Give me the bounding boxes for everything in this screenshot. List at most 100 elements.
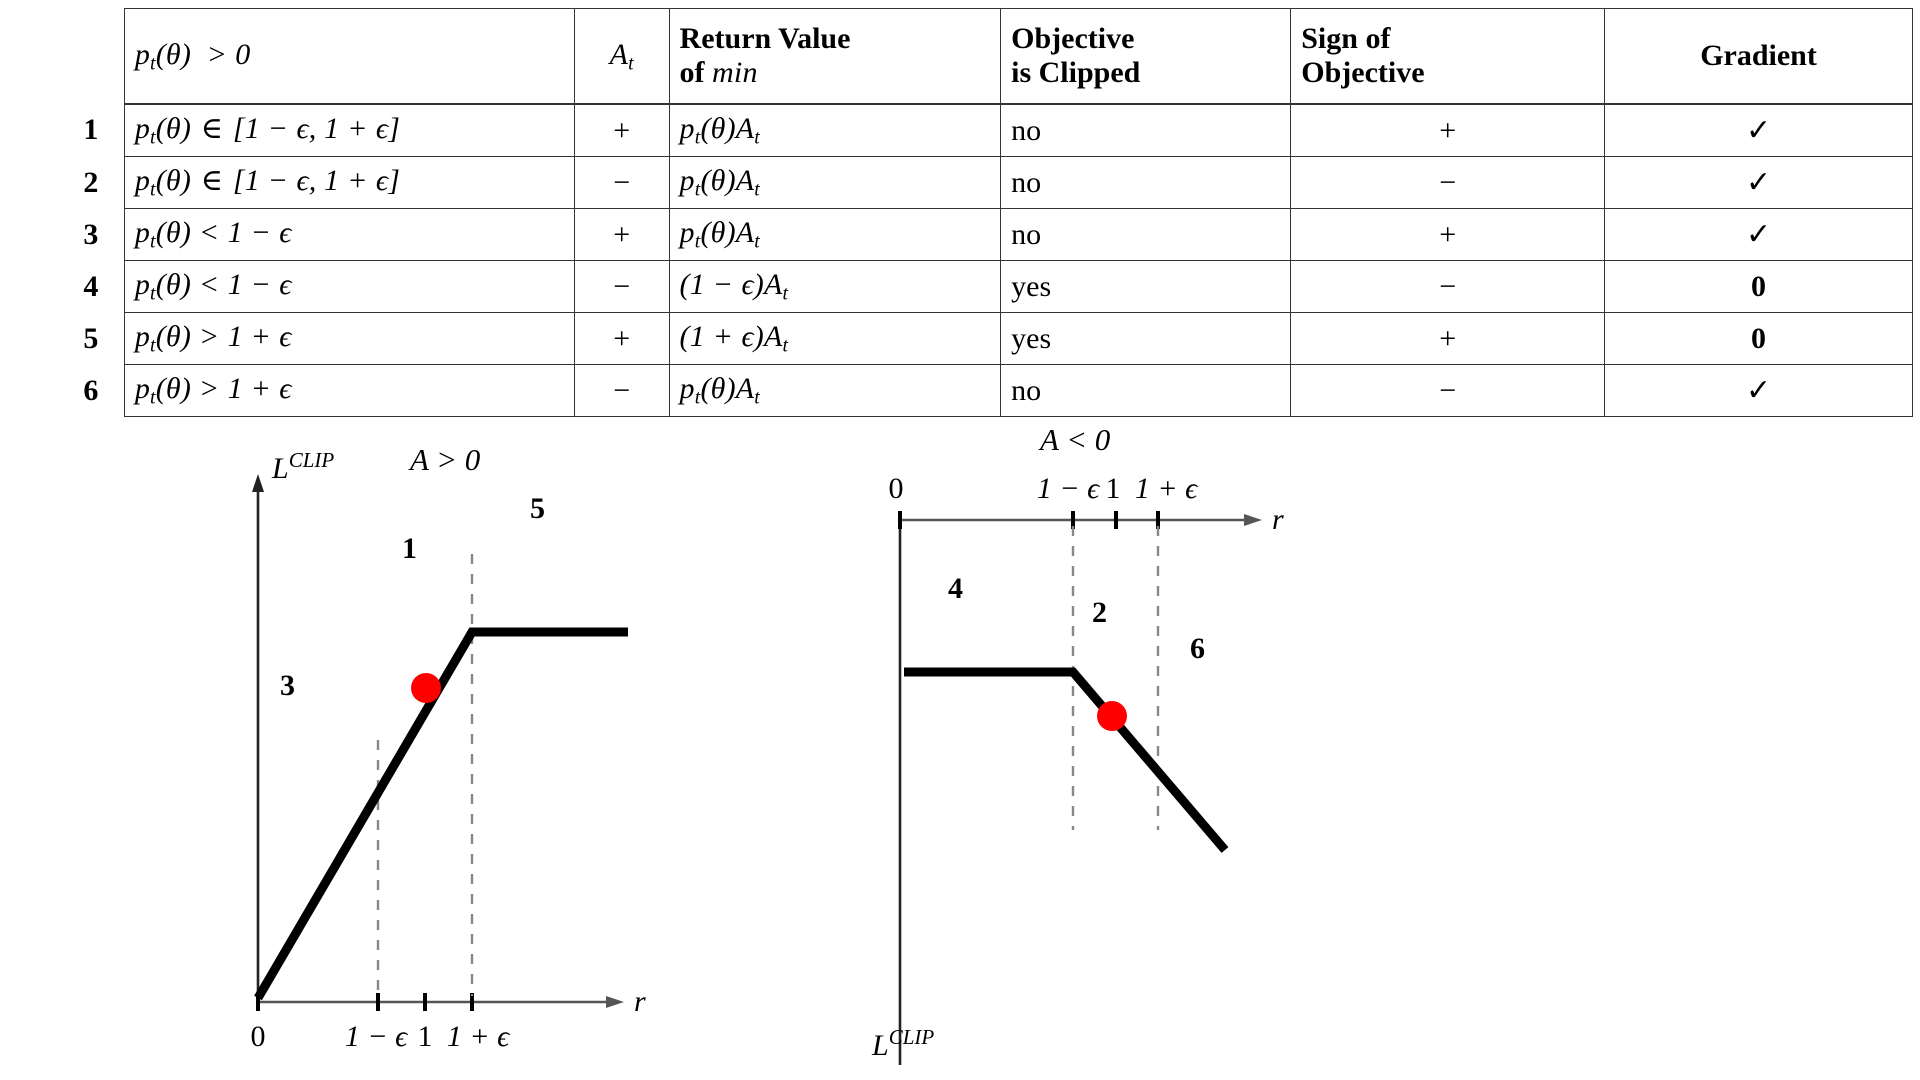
header-clipped-line1: Objective <box>1011 22 1135 56</box>
plot-left-region-3: 3 <box>280 669 295 702</box>
cell-gradient: ✓ <box>1604 103 1913 157</box>
table-header-row: pt(θ) > 0 At Return Value of min Objecti… <box>58 8 1913 105</box>
header-return-value: Return Value of min <box>668 8 1002 105</box>
plot-right-region-4: 4 <box>948 572 963 605</box>
cell-clipped: yes <box>1000 260 1292 313</box>
table-row: 6 pt(θ) > 1 + ϵ − pt(θ)At no − ✓ <box>58 364 1913 417</box>
header-advantage: At <box>573 8 670 105</box>
plot-right-region-6: 6 <box>1190 632 1205 665</box>
cell-clipped: no <box>1000 156 1292 209</box>
ppo-cases-table: pt(θ) > 0 At Return Value of min Objecti… <box>58 8 1913 417</box>
plot-right-ticklabel-1: 1 <box>1106 472 1121 505</box>
return-value-math: pt(θ)At <box>679 371 760 409</box>
cell-advantage: − <box>573 260 670 313</box>
plot-a-positive: A > 0 LCLIP r 0 1 − ϵ 1 1 + ϵ 3 1 5 <box>251 442 647 1053</box>
cell-advantage: + <box>573 208 670 261</box>
plot-right-title: A < 0 <box>1038 422 1111 457</box>
condition-math: pt(θ) < 1 − ϵ <box>134 267 292 305</box>
plot-right-y-axis-label: LCLIP <box>871 1025 934 1062</box>
row-number: 5 <box>83 321 99 355</box>
cell-advantage: + <box>573 103 670 157</box>
return-value-math: pt(θ)At <box>679 111 760 149</box>
cell-return-value: pt(θ)At <box>668 156 1002 209</box>
header-clipped-line2: is Clipped <box>1011 56 1141 89</box>
cell-sign: + <box>1290 208 1606 261</box>
header-condition-math: pt(θ) > 0 <box>134 37 251 75</box>
cell-sign: − <box>1290 364 1606 417</box>
cell-return-value: pt(θ)At <box>668 364 1002 417</box>
return-value-math: pt(θ)At <box>679 163 760 201</box>
cell-advantage: − <box>573 156 670 209</box>
cell-clipped: no <box>1000 364 1292 417</box>
header-rownum-spacer <box>58 9 124 105</box>
plot-left-curve <box>254 627 628 1001</box>
return-value-math: pt(θ)At <box>679 215 760 253</box>
cell-sign: + <box>1290 312 1606 365</box>
row-number: 3 <box>83 217 99 251</box>
plot-left-y-axis-arrowhead <box>252 474 264 492</box>
condition-math: pt(θ) > 1 + ϵ <box>134 319 292 357</box>
cell-return-value: (1 − ϵ)At <box>668 260 1002 313</box>
cell-gradient: 0 <box>1604 260 1913 313</box>
plot-left-y-axis-label: LCLIP <box>271 448 334 485</box>
ppo-cases-table-container: pt(θ) > 0 At Return Value of min Objecti… <box>0 8 1920 417</box>
plot-left-ticklabel-1-plus-eps: 1 + ϵ <box>447 1020 511 1053</box>
plot-left-ticklabel-0: 0 <box>251 1020 266 1053</box>
plot-left-marker-dot <box>411 673 441 703</box>
cell-advantage: + <box>573 312 670 365</box>
plot-right-marker-dot <box>1097 701 1127 731</box>
row-number: 2 <box>83 165 99 199</box>
table-row: 1 pt(θ) ∈ [1 − ϵ, 1 + ϵ] + pt(θ)At no + … <box>58 103 1913 157</box>
cell-clipped: no <box>1000 103 1292 157</box>
header-sign-line2: Objective <box>1301 56 1425 89</box>
row-number: 4 <box>83 269 99 303</box>
return-value-math: (1 + ϵ)At <box>679 319 789 357</box>
cell-return-value: (1 + ϵ)At <box>668 312 1002 365</box>
row-number: 6 <box>83 373 99 407</box>
plot-right-x-axis-arrowhead <box>1244 514 1262 526</box>
plot-right-ticklabel-0: 0 <box>889 472 904 505</box>
cell-condition: pt(θ) < 1 − ϵ <box>123 208 575 261</box>
plots-container: A > 0 LCLIP r 0 1 − ϵ 1 1 + ϵ 3 1 5 A < … <box>0 422 1920 1080</box>
row-number: 1 <box>83 113 99 147</box>
header-sign-line1: Sign of <box>1301 22 1391 56</box>
cell-sign: + <box>1290 103 1606 157</box>
cell-condition: pt(θ) > 1 + ϵ <box>123 312 575 365</box>
cell-condition: pt(θ) ∈ [1 − ϵ, 1 + ϵ] <box>123 103 575 157</box>
plot-a-negative: A < 0 r LCLIP 0 1 − ϵ 1 1 + ϵ 4 2 6 <box>871 422 1284 1065</box>
table-row: 3 pt(θ) < 1 − ϵ + pt(θ)At no + ✓ <box>58 208 1913 261</box>
plot-left-x-axis-label: r <box>634 985 646 1018</box>
condition-math: pt(θ) < 1 − ϵ <box>134 215 292 253</box>
table-body: 1 pt(θ) ∈ [1 − ϵ, 1 + ϵ] + pt(θ)At no + … <box>58 103 1913 417</box>
cell-condition: pt(θ) ∈ [1 − ϵ, 1 + ϵ] <box>123 156 575 209</box>
table-row: 4 pt(θ) < 1 − ϵ − (1 − ϵ)At yes − 0 <box>58 260 1913 313</box>
cell-condition: pt(θ) < 1 − ϵ <box>123 260 575 313</box>
plot-left-region-5: 5 <box>530 492 545 525</box>
plot-right-ticklabel-1-minus-eps: 1 − ϵ <box>1037 472 1101 505</box>
header-return-value-line1: Return Value <box>679 22 851 56</box>
cell-gradient: ✓ <box>1604 156 1913 209</box>
cell-gradient: 0 <box>1604 312 1913 365</box>
header-condition: pt(θ) > 0 <box>123 8 575 105</box>
cell-advantage: − <box>573 364 670 417</box>
cell-sign: − <box>1290 260 1606 313</box>
plot-right-x-axis-label: r <box>1272 503 1284 536</box>
min-symbol: min <box>712 56 758 89</box>
plot-right-ticklabel-1-plus-eps: 1 + ϵ <box>1135 472 1199 505</box>
cell-return-value: pt(θ)At <box>668 208 1002 261</box>
plot-left-title: A > 0 <box>408 442 481 477</box>
table-row: 5 pt(θ) > 1 + ϵ + (1 + ϵ)At yes + 0 <box>58 312 1913 365</box>
cell-clipped: yes <box>1000 312 1292 365</box>
condition-math: pt(θ) ∈ [1 − ϵ, 1 + ϵ] <box>134 112 401 149</box>
return-value-math: (1 − ϵ)At <box>679 267 789 305</box>
plot-right-region-2: 2 <box>1092 596 1107 629</box>
cell-gradient: ✓ <box>1604 208 1913 261</box>
table-row: 2 pt(θ) ∈ [1 − ϵ, 1 + ϵ] − pt(θ)At no − … <box>58 156 1913 209</box>
cell-clipped: no <box>1000 208 1292 261</box>
plot-right-curve <box>904 667 1229 853</box>
cell-gradient: ✓ <box>1604 364 1913 417</box>
header-return-value-line2: of min <box>679 56 758 89</box>
plot-left-ticklabel-1-minus-eps: 1 − ϵ <box>345 1020 409 1053</box>
cell-return-value: pt(θ)At <box>668 103 1002 157</box>
header-clipped: Objective is Clipped <box>1000 8 1292 105</box>
